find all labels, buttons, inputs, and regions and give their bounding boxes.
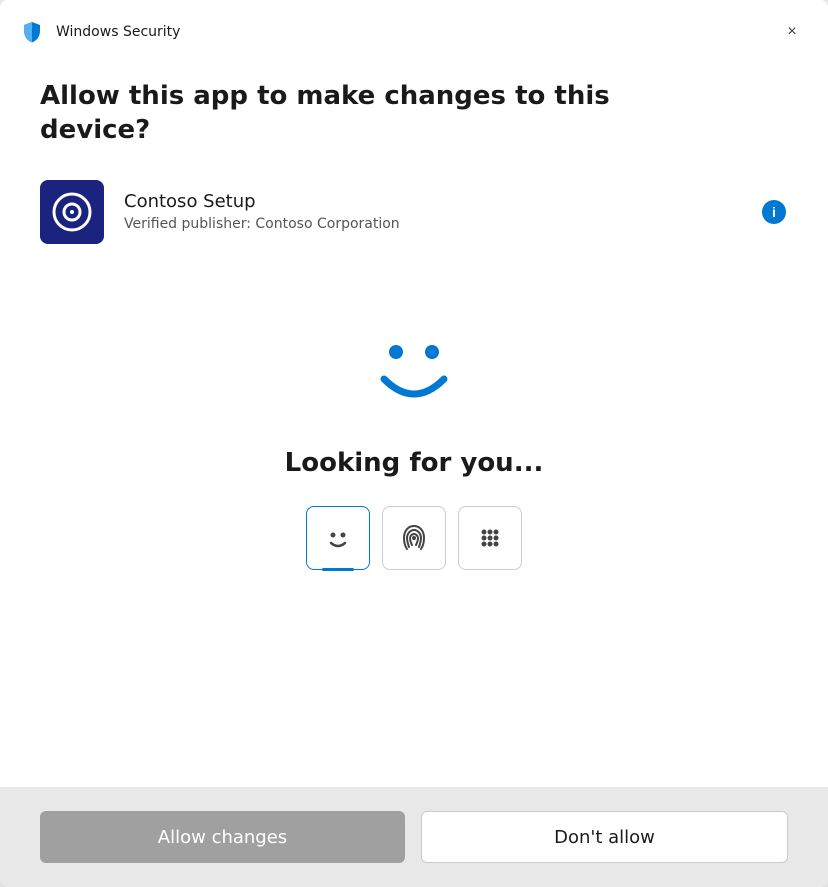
- info-icon: i: [762, 200, 786, 224]
- title-bar-text: Windows Security: [56, 24, 776, 40]
- title-bar: Windows Security ×: [0, 0, 828, 60]
- pin-icon: [474, 522, 506, 554]
- app-info-row: Contoso Setup Verified publisher: Contos…: [40, 180, 788, 244]
- app-name: Contoso Setup: [124, 191, 760, 212]
- windows-shield-icon: [20, 20, 44, 44]
- allow-changes-button[interactable]: Allow changes: [40, 811, 405, 863]
- pin-button[interactable]: [458, 506, 522, 570]
- face-recognition-icon: [354, 304, 474, 424]
- close-button[interactable]: ×: [776, 16, 808, 48]
- app-details: Contoso Setup Verified publisher: Contos…: [124, 191, 760, 232]
- face-auth-section: Looking for you...: [40, 284, 788, 787]
- auth-options: [306, 506, 522, 570]
- main-question: Allow this app to make changes to this d…: [40, 80, 680, 148]
- fingerprint-icon: [398, 522, 430, 554]
- fingerprint-button[interactable]: [382, 506, 446, 570]
- face-icon: [322, 522, 354, 554]
- dialog-content: Allow this app to make changes to this d…: [0, 60, 828, 787]
- info-button[interactable]: i: [760, 198, 788, 226]
- dialog-footer: Allow changes Don't allow: [0, 787, 828, 887]
- app-publisher: Verified publisher: Contoso Corporation: [124, 216, 760, 232]
- looking-text: Looking for you...: [285, 448, 544, 478]
- dont-allow-button[interactable]: Don't allow: [421, 811, 788, 863]
- windows-security-dialog: Windows Security × Allow this app to mak…: [0, 0, 828, 887]
- app-icon: [40, 180, 104, 244]
- face-recognition-button[interactable]: [306, 506, 370, 570]
